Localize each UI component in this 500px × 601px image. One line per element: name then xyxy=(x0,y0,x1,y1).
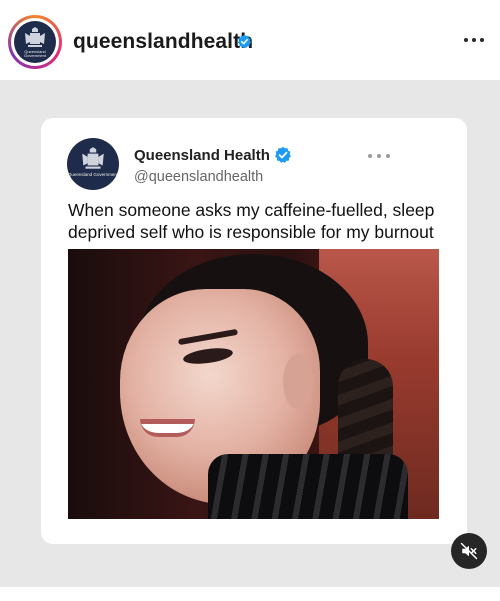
crest-icon xyxy=(25,27,45,47)
tweet-avatar: Queensland Government xyxy=(67,138,119,190)
crest-icon xyxy=(82,147,104,169)
tweet-avatar-caption: Queensland Government xyxy=(67,172,119,177)
more-options-icon[interactable] xyxy=(462,30,486,50)
post-media[interactable]: Queensland Government Queensland Health … xyxy=(0,80,500,587)
tweet-text: When someone asks my caffeine-fuelled, s… xyxy=(68,200,435,242)
tweet-display-name: Queensland Health xyxy=(134,147,270,164)
tweet-card: Queensland Government Queensland Health … xyxy=(41,118,467,544)
profile-avatar[interactable]: Queensland Government xyxy=(8,15,62,69)
tweet-more-icon xyxy=(368,154,392,160)
post-header: Queensland Government queenslandhealth xyxy=(0,0,500,80)
avatar-caption: Queensland Government xyxy=(23,49,46,58)
tweet-handle: @queenslandhealth xyxy=(134,169,264,185)
profile-username[interactable]: queenslandhealth xyxy=(73,30,253,54)
queensland-crest-logo: Queensland Government xyxy=(14,21,56,63)
tweet-image xyxy=(68,249,439,519)
verified-badge-icon xyxy=(275,146,291,163)
bottom-spacer xyxy=(0,587,500,601)
verified-badge-icon xyxy=(237,34,252,49)
muted-speaker-icon xyxy=(460,542,478,560)
mute-toggle-button[interactable] xyxy=(451,533,487,569)
